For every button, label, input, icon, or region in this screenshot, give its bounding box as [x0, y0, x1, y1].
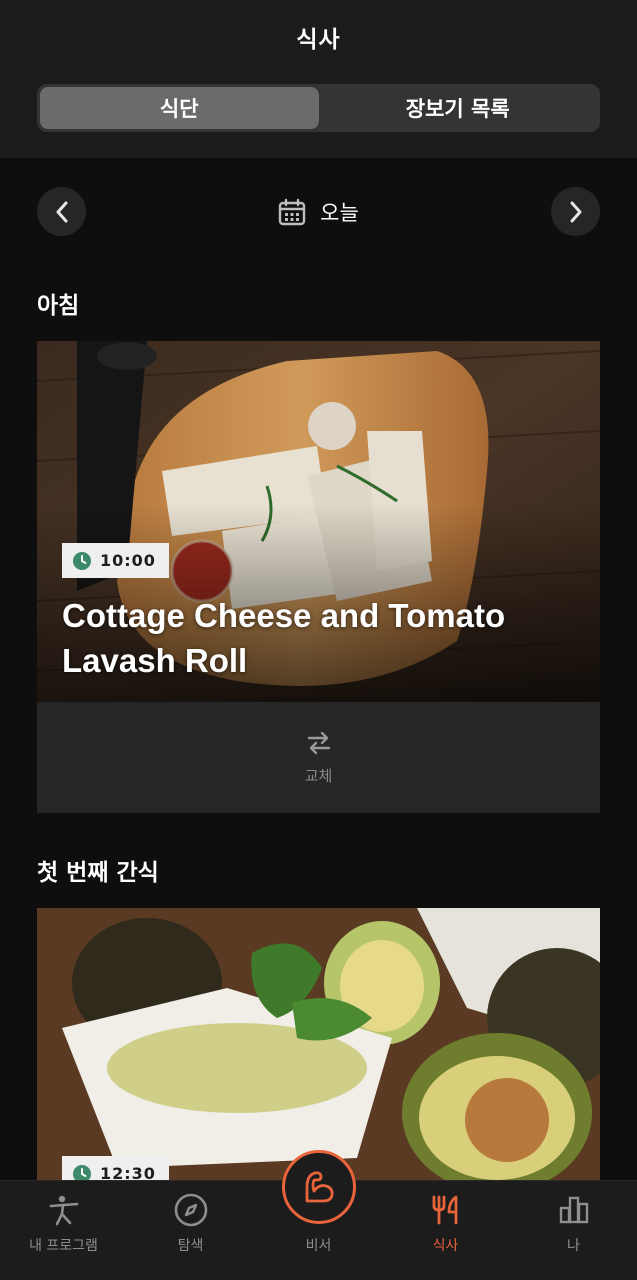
tab-label: 내 프로그램: [29, 1238, 98, 1254]
meal-card-first-snack[interactable]: 12:30: [37, 908, 600, 1180]
page-title: 식사: [296, 27, 341, 53]
bar-chart-icon: [559, 1196, 588, 1224]
section-title-breakfast: 아침: [37, 293, 80, 319]
tab-label: 식사: [432, 1238, 459, 1254]
segment-shopping-list[interactable]: 장보기 목록: [319, 87, 598, 129]
meal-name: Cottage Cheese and Tomato Lavash Roll: [62, 597, 506, 679]
replace-label: 교체: [304, 767, 333, 785]
date-label: 오늘: [320, 200, 359, 225]
tab-explore[interactable]: 탐색: [127, 1181, 254, 1280]
tab-meals[interactable]: 식사: [382, 1181, 509, 1280]
meal-card-breakfast[interactable]: 10:00 Cottage Cheese and Tomato Lavash R…: [37, 341, 600, 813]
meal-time: 10:00: [100, 551, 156, 570]
tab-label: 비서: [305, 1238, 332, 1254]
meal-photo-avocado-dip: [37, 908, 600, 1180]
tab-me[interactable]: 나: [510, 1181, 637, 1280]
date-navigation: 오늘: [37, 187, 600, 237]
date-selector[interactable]: 오늘: [37, 187, 600, 236]
tab-label: 탐색: [177, 1238, 204, 1254]
segment-meal-plan[interactable]: 식단: [40, 87, 319, 129]
assistant-button[interactable]: [282, 1150, 356, 1224]
tab-label: 나: [567, 1238, 580, 1254]
meal-time-badge: 12:30: [62, 1156, 169, 1180]
stretching-person-icon: [49, 1195, 78, 1226]
next-day-button[interactable]: [551, 187, 600, 236]
clock-icon: [73, 1164, 91, 1180]
calendar-icon: [278, 198, 306, 225]
top-header: 식사 식단 장보기 목록: [0, 0, 637, 158]
tab-my-program[interactable]: 내 프로그램: [0, 1181, 127, 1280]
replace-meal-button[interactable]: 교체: [37, 702, 600, 813]
fork-knife-icon: [432, 1195, 457, 1225]
meal-time: 12:30: [100, 1164, 156, 1180]
swap-arrows-icon: [307, 731, 330, 755]
section-title-first-snack: 첫 번째 간식: [37, 860, 159, 886]
segmented-control: 식단 장보기 목록: [37, 84, 600, 132]
meal-time-badge: 10:00: [62, 543, 169, 578]
compass-icon: [174, 1193, 207, 1227]
flexed-arm-icon: [305, 1171, 334, 1203]
chevron-right-icon: [570, 201, 581, 222]
clock-icon: [73, 551, 91, 570]
